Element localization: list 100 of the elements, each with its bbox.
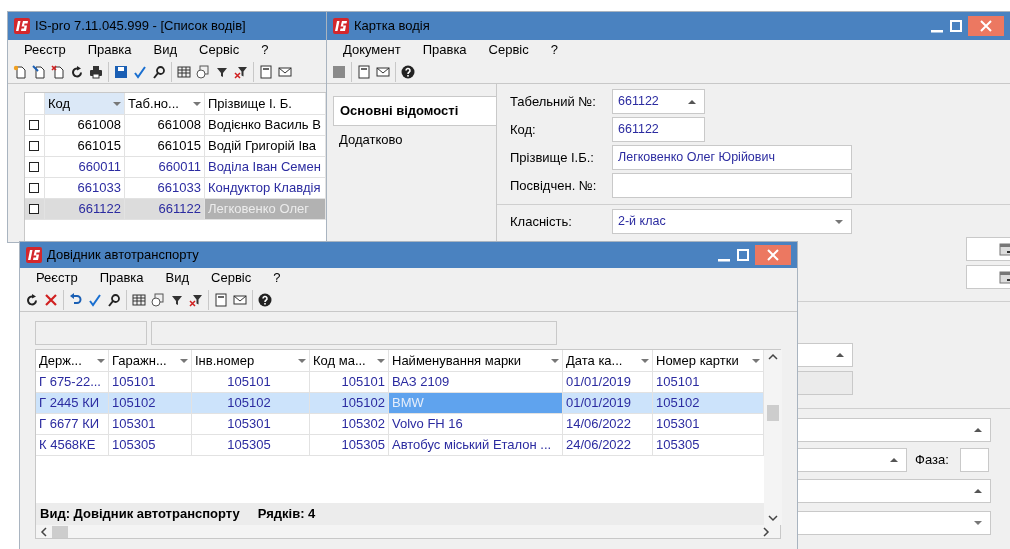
tab[interactable]: Додатково bbox=[333, 125, 496, 154]
close-button[interactable] bbox=[968, 16, 1004, 36]
square-icon[interactable] bbox=[332, 64, 346, 79]
checkbox[interactable] bbox=[28, 161, 40, 173]
clear-filter-icon[interactable] bbox=[234, 64, 248, 79]
search-icon[interactable] bbox=[107, 292, 121, 307]
scrollbar-thumb[interactable] bbox=[52, 525, 68, 538]
scroll-up-icon[interactable] bbox=[768, 353, 778, 361]
menu-item[interactable]: ? bbox=[251, 42, 281, 58]
checkbox[interactable] bbox=[28, 140, 40, 152]
scroll-down-icon[interactable] bbox=[768, 514, 778, 522]
checkbox[interactable] bbox=[28, 119, 40, 131]
refresh-icon[interactable] bbox=[70, 64, 84, 79]
menu-item[interactable]: Правка bbox=[77, 42, 144, 58]
menu-item[interactable]: Правка bbox=[89, 270, 156, 286]
menu-item[interactable]: Вид bbox=[155, 270, 202, 286]
column-header[interactable]: Код bbox=[45, 93, 125, 114]
refresh-icon[interactable] bbox=[25, 292, 39, 307]
search-icon[interactable] bbox=[152, 64, 166, 79]
help-icon[interactable] bbox=[401, 64, 415, 79]
column-header[interactable]: Дата ка... bbox=[563, 350, 653, 371]
form-icon[interactable] bbox=[357, 64, 371, 79]
table-cell: Автобус міський Еталон ... bbox=[389, 435, 563, 455]
table-cell: 105305 bbox=[109, 435, 192, 455]
column-header[interactable]: Код ма... bbox=[310, 350, 389, 371]
scroll-right-icon[interactable] bbox=[762, 526, 770, 537]
row-count: Рядків: 4 bbox=[257, 506, 316, 522]
menu-item[interactable]: ? bbox=[263, 270, 293, 286]
delete-icon[interactable] bbox=[44, 292, 58, 307]
caret-down-icon bbox=[752, 357, 760, 364]
scrollbar-thumb[interactable] bbox=[767, 404, 779, 421]
input-field[interactable]: 661122 bbox=[612, 117, 705, 142]
filter-field[interactable] bbox=[35, 321, 147, 345]
calendar-icon[interactable] bbox=[999, 270, 1010, 284]
help-icon[interactable] bbox=[258, 292, 272, 307]
tab[interactable]: Основні відомості bbox=[333, 96, 496, 126]
caret-up-icon bbox=[890, 457, 898, 463]
menu-item[interactable]: Сервіс bbox=[201, 270, 264, 286]
table-icon[interactable] bbox=[177, 64, 191, 79]
mail-icon[interactable] bbox=[376, 64, 390, 79]
dropdown-field[interactable] bbox=[795, 343, 853, 367]
table-cell: 105301 bbox=[109, 414, 192, 434]
mail-icon[interactable] bbox=[278, 64, 292, 79]
delete-document-icon[interactable] bbox=[51, 64, 65, 79]
menu-item[interactable]: Реєстр bbox=[26, 270, 90, 286]
input-field[interactable] bbox=[795, 371, 853, 395]
menu-item[interactable]: Документ bbox=[333, 42, 413, 58]
column-header[interactable]: Найменування марки bbox=[389, 350, 563, 371]
input-field[interactable] bbox=[960, 448, 989, 472]
checkbox[interactable] bbox=[28, 182, 40, 194]
print-icon[interactable] bbox=[89, 64, 103, 79]
column-header[interactable]: Інв.номер bbox=[192, 350, 310, 371]
undo-icon[interactable] bbox=[69, 292, 83, 307]
form-icon[interactable] bbox=[259, 64, 273, 79]
menu-item[interactable]: Реєстр bbox=[14, 42, 78, 58]
clear-filter-icon[interactable] bbox=[189, 292, 203, 307]
save-icon[interactable] bbox=[114, 64, 128, 79]
close-icon bbox=[766, 248, 780, 262]
checkbox[interactable] bbox=[28, 203, 40, 215]
vertical-scrollbar[interactable] bbox=[764, 350, 782, 525]
column-header[interactable]: Держ... bbox=[36, 350, 109, 371]
dropdown-field[interactable] bbox=[795, 479, 991, 503]
filter-field[interactable] bbox=[151, 321, 557, 345]
input-field[interactable]: Легковенко Олег Юрійович bbox=[612, 145, 852, 170]
dropdown-field[interactable] bbox=[795, 448, 907, 472]
date-field[interactable] bbox=[966, 237, 1010, 261]
menu-item[interactable]: Вид bbox=[143, 42, 190, 58]
copy-icon[interactable] bbox=[151, 292, 165, 307]
maximize-icon[interactable] bbox=[949, 19, 963, 33]
form-icon[interactable] bbox=[214, 292, 228, 307]
mail-icon[interactable] bbox=[233, 292, 247, 307]
table-cell: 105101 bbox=[192, 372, 310, 392]
column-header[interactable]: Гаражн... bbox=[109, 350, 192, 371]
maximize-icon[interactable] bbox=[736, 248, 750, 262]
menu-item[interactable]: Сервіс bbox=[189, 42, 252, 58]
input-field[interactable] bbox=[612, 173, 852, 198]
column-header[interactable]: Таб.но... bbox=[125, 93, 205, 114]
dropdown-field[interactable] bbox=[795, 418, 991, 442]
table-cell: Volvo FH 16 bbox=[389, 414, 563, 434]
menu-item[interactable]: Сервіс bbox=[478, 42, 541, 58]
spin-field[interactable]: 661122 bbox=[612, 89, 705, 114]
date-field[interactable] bbox=[966, 265, 1010, 289]
calendar-icon[interactable] bbox=[999, 242, 1010, 256]
checkmark-icon[interactable] bbox=[133, 64, 147, 79]
edit-document-icon[interactable] bbox=[32, 64, 46, 79]
menu-item[interactable]: Правка bbox=[412, 42, 479, 58]
dropdown-field[interactable]: 2-й клас bbox=[612, 209, 852, 234]
table-icon[interactable] bbox=[132, 292, 146, 307]
new-document-icon[interactable] bbox=[13, 64, 27, 79]
horizontal-scrollbar[interactable] bbox=[36, 525, 780, 538]
field-label: Прізвище І.Б.: bbox=[510, 149, 595, 166]
close-button[interactable] bbox=[755, 245, 791, 265]
menu-item[interactable]: ? bbox=[540, 42, 570, 58]
scroll-left-icon[interactable] bbox=[40, 526, 48, 537]
checkmark-icon[interactable] bbox=[88, 292, 102, 307]
dropdown-field[interactable] bbox=[795, 511, 991, 535]
app-logo-icon bbox=[26, 247, 42, 263]
table-cell: BMW bbox=[389, 393, 563, 413]
copy-icon[interactable] bbox=[196, 64, 210, 79]
table-cell: 661008 bbox=[45, 115, 125, 135]
